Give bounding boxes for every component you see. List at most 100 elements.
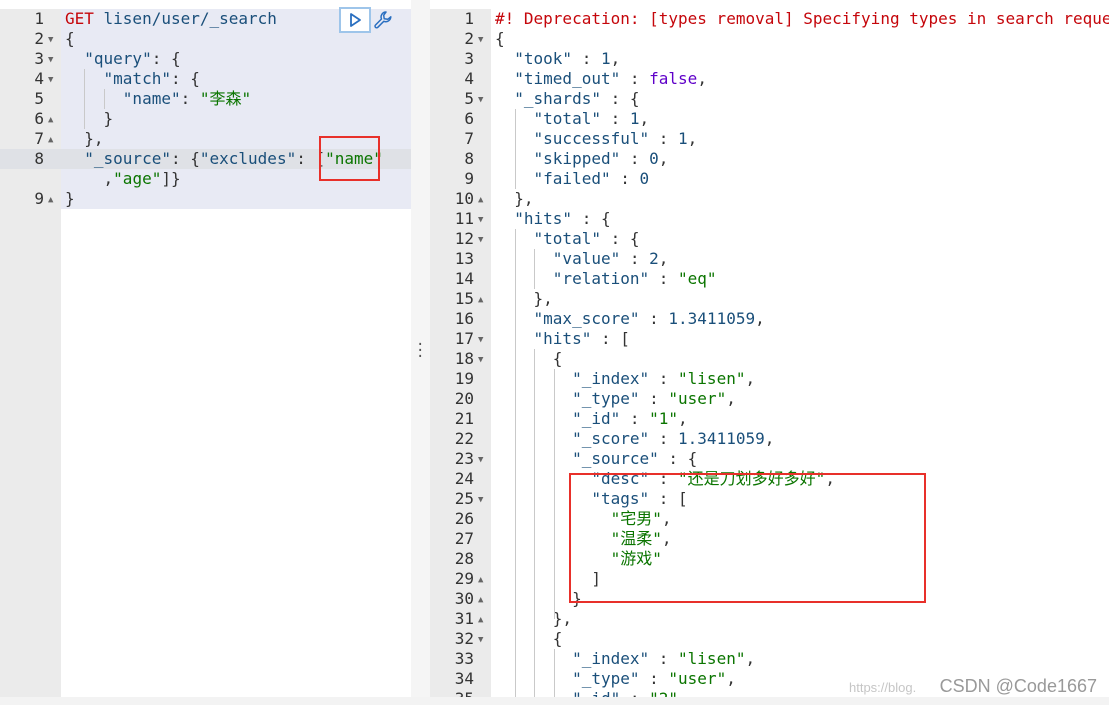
fold-toggle-icon[interactable]: ▼	[478, 330, 488, 350]
token: {	[495, 349, 563, 368]
unfold-marker-icon[interactable]: ▲	[48, 190, 58, 210]
line-number: 12	[454, 229, 474, 248]
code-line[interactable]: 6 ▲ }	[0, 109, 411, 129]
code-line[interactable]: 9 ▲}	[0, 189, 411, 209]
unfold-marker-icon[interactable]: ▲	[48, 130, 58, 150]
unfold-marker-icon[interactable]: ▲	[478, 590, 488, 610]
unfold-marker-icon[interactable]: ▲	[478, 570, 488, 590]
code-line: 6 "total" : 1,	[430, 109, 1109, 129]
code-text: {	[495, 629, 563, 649]
fold-toggle-icon[interactable]: ▼	[478, 210, 488, 230]
token: 2	[649, 249, 659, 268]
token: ,	[745, 649, 756, 668]
unfold-marker-icon[interactable]: ▲	[478, 290, 488, 310]
fold-toggle-icon[interactable]: ▼	[478, 450, 488, 470]
request-editor[interactable]: 1 GET lisen/user/_search 2 ▼{3 ▼ "query": {4…	[0, 0, 411, 697]
token: 0	[649, 149, 659, 168]
token: },	[495, 189, 534, 208]
line-number: 3	[34, 49, 44, 68]
code-text: "_type" : "user",	[495, 669, 736, 689]
unfold-marker-icon[interactable]: ▲	[48, 110, 58, 130]
token: 0	[639, 169, 650, 188]
run-request-button[interactable]	[339, 7, 371, 33]
drag-handle-icon[interactable]: · · ·	[416, 338, 424, 364]
token: : {	[658, 449, 698, 468]
token: "failed"	[533, 169, 611, 188]
watermark: CSDN @Code1667	[939, 676, 1097, 696]
token: {	[495, 629, 563, 648]
fold-toggle-icon[interactable]: ▼	[478, 490, 488, 510]
line-number: 31	[454, 609, 474, 628]
line-number: 27	[454, 529, 474, 548]
line-number: 8	[464, 149, 474, 168]
token: "1"	[649, 409, 679, 428]
token: :	[649, 269, 679, 288]
token: ,	[658, 249, 669, 268]
code-line[interactable]: 4 ▼ "match": {	[0, 69, 411, 89]
tags-highlight-box	[569, 473, 926, 603]
line-number: 14	[454, 269, 474, 288]
fold-toggle-icon[interactable]: ▼	[478, 230, 488, 250]
token: "_score"	[572, 429, 650, 448]
code-text: {	[65, 29, 75, 49]
token: : {	[600, 229, 640, 248]
code-line[interactable]: 5 "name": "李森"	[0, 89, 411, 109]
code-text: "successful" : 1,	[495, 129, 698, 149]
token: :	[649, 649, 679, 668]
watermark-url: https://blog.	[849, 680, 917, 695]
token: false	[649, 69, 698, 88]
code-line: 17 ▼ "hits" : [	[430, 329, 1109, 349]
line-number: 8	[34, 149, 44, 168]
fold-toggle-icon[interactable]: ▼	[478, 90, 488, 110]
line-number: 7	[34, 129, 44, 148]
token: GET	[65, 9, 104, 28]
code-text: },	[495, 189, 534, 209]
fold-toggle-icon[interactable]: ▼	[48, 70, 58, 90]
code-line: 21 "_id" : "1",	[430, 409, 1109, 429]
code-text: "match": {	[65, 69, 200, 89]
fold-toggle-icon[interactable]: ▼	[478, 350, 488, 370]
token: "李森"	[199, 89, 252, 108]
line-number: 16	[454, 309, 474, 328]
token: "name"	[122, 89, 181, 108]
line-number: 9	[34, 189, 44, 208]
token: ,	[639, 109, 650, 128]
code-text: "skipped" : 0,	[495, 149, 669, 169]
unfold-marker-icon[interactable]: ▲	[478, 610, 488, 630]
token: :	[620, 249, 650, 268]
token: ]}	[161, 169, 181, 188]
token: 1.3411059	[678, 429, 765, 448]
code-text: "timed_out" : false,	[495, 69, 707, 89]
code-text: }	[65, 189, 75, 209]
token: "user"	[668, 389, 727, 408]
token: 1	[600, 49, 611, 68]
code-line: 33 "_index" : "lisen",	[430, 649, 1109, 669]
bottom-scrollbar[interactable]	[0, 697, 1109, 705]
request-settings-button[interactable]	[372, 9, 394, 31]
code-line: 2 ▼ {	[430, 29, 1109, 49]
token: ,	[610, 49, 621, 68]
fold-toggle-icon[interactable]: ▼	[478, 630, 488, 650]
code-text: "_id" : "2",	[495, 689, 688, 697]
fold-toggle-icon[interactable]: ▼	[48, 30, 58, 50]
fold-toggle-icon[interactable]: ▼	[478, 30, 488, 50]
code-line[interactable]: 3 ▼ "query": {	[0, 49, 411, 69]
token: "total"	[533, 109, 601, 128]
token: {	[495, 29, 505, 48]
line-number: 26	[454, 509, 474, 528]
unfold-marker-icon[interactable]: ▲	[478, 190, 488, 210]
token: ,	[697, 69, 707, 88]
code-text: },	[65, 129, 103, 149]
line-number: 34	[454, 669, 474, 688]
code-line: 9 "failed" : 0	[430, 169, 1109, 189]
token: :	[639, 669, 669, 688]
line-number: 25	[454, 489, 474, 508]
fold-toggle-icon[interactable]: ▼	[48, 50, 58, 70]
code-text: "_source" : {	[495, 449, 697, 469]
token: "_index"	[572, 649, 650, 668]
token: 1.3411059	[668, 309, 756, 328]
